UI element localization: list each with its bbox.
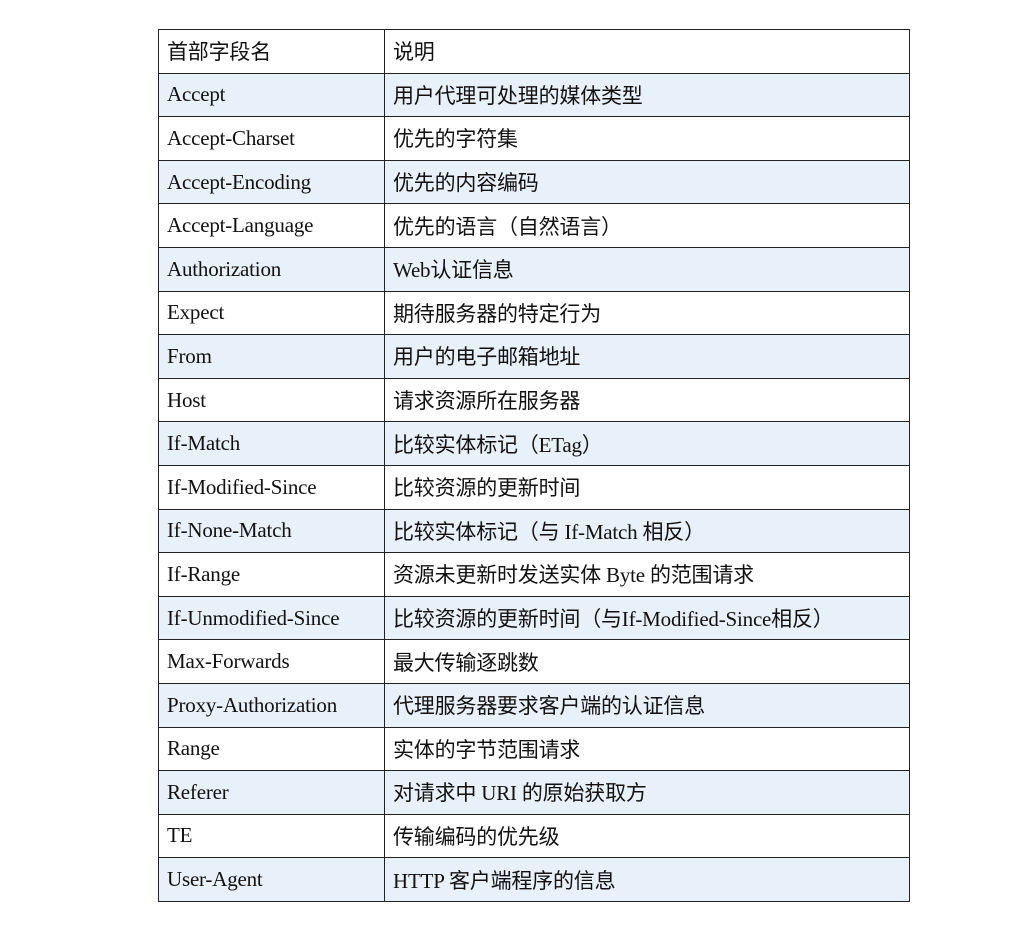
field-name-cell: Accept-Encoding bbox=[158, 159, 385, 205]
description-cell: 传输编码的优先级 bbox=[384, 813, 910, 859]
description-cell: 用户的电子邮箱地址 bbox=[384, 334, 910, 379]
table-row: From 用户的电子邮箱地址 bbox=[158, 334, 910, 379]
description-cell: 对请求中 URI 的原始获取方 bbox=[384, 770, 910, 815]
table-row: If-None-Match 比较实体标记（与 If-Match 相反） bbox=[158, 508, 910, 554]
table-body: 首部字段名 说明 Accept 用户代理可处理的媒体类型 Accept-Charse… bbox=[158, 29, 910, 902]
table-row: User-Agent HTTP 客户端程序的信息 bbox=[158, 857, 910, 902]
table-row: TE 传输编码的优先级 bbox=[158, 813, 910, 859]
field-name-cell: Accept-Language bbox=[158, 203, 385, 248]
table-row: If-Unmodified-Since 比较资源的更新时间（与If-Modifie… bbox=[158, 595, 910, 641]
description-cell: HTTP 客户端程序的信息 bbox=[384, 857, 910, 902]
field-name-cell: If-Modified-Since bbox=[158, 464, 385, 510]
field-name-cell: Proxy-Authorization bbox=[158, 682, 385, 728]
field-name-cell: Referer bbox=[158, 770, 385, 815]
description-cell: 比较资源的更新时间 bbox=[384, 464, 910, 510]
description-cell: 优先的内容编码 bbox=[384, 159, 910, 205]
description-cell: 请求资源所在服务器 bbox=[384, 377, 910, 423]
table-row: Referer 对请求中 URI 的原始获取方 bbox=[158, 770, 910, 815]
field-name-cell: Expect bbox=[158, 290, 385, 336]
table-row: If-Match 比较实体标记（ETag） bbox=[158, 421, 910, 466]
description-cell: 比较实体标记（ETag） bbox=[384, 421, 910, 466]
description-cell: 代理服务器要求客户端的认证信息 bbox=[384, 682, 910, 728]
table-row: Max-Forwards 最大传输逐跳数 bbox=[158, 639, 910, 684]
request-header-fields-table: 首部字段名 说明 Accept 用户代理可处理的媒体类型 Accept-Charse… bbox=[158, 29, 910, 902]
field-name-cell: Authorization bbox=[158, 246, 385, 292]
description-cell: Web认证信息 bbox=[384, 246, 910, 292]
field-name-cell: TE bbox=[158, 813, 385, 859]
description-cell: 优先的语言（自然语言） bbox=[384, 203, 910, 248]
table-row: Authorization Web认证信息 bbox=[158, 246, 910, 292]
table-row: Accept-Encoding 优先的内容编码 bbox=[158, 159, 910, 205]
description-cell: 优先的字符集 bbox=[384, 116, 910, 161]
description-cell: 实体的字节范围请求 bbox=[384, 726, 910, 772]
table-row: If-Range 资源未更新时发送实体 Byte 的范围请求 bbox=[158, 552, 910, 597]
field-name-cell: Accept bbox=[158, 72, 385, 118]
table-row: Accept-Language 优先的语言（自然语言） bbox=[158, 203, 910, 248]
field-name-cell: Accept-Charset bbox=[158, 116, 385, 161]
table-row: If-Modified-Since 比较资源的更新时间 bbox=[158, 464, 910, 510]
field-name-cell: If-Unmodified-Since bbox=[158, 595, 385, 641]
description-cell: 资源未更新时发送实体 Byte 的范围请求 bbox=[384, 552, 910, 597]
field-name-cell: Host bbox=[158, 377, 385, 423]
description-cell: 比较资源的更新时间（与If-Modified-Since相反） bbox=[384, 595, 910, 641]
header-field-name: 首部字段名 bbox=[158, 29, 385, 74]
table-row: Expect 期待服务器的特定行为 bbox=[158, 290, 910, 336]
description-cell: 比较实体标记（与 If-Match 相反） bbox=[384, 508, 910, 554]
description-cell: 最大传输逐跳数 bbox=[384, 639, 910, 684]
table-row: Range 实体的字节范围请求 bbox=[158, 726, 910, 772]
field-name-cell: User-Agent bbox=[158, 857, 385, 902]
table-row: Proxy-Authorization 代理服务器要求客户端的认证信息 bbox=[158, 682, 910, 728]
header-description: 说明 bbox=[384, 29, 910, 74]
description-cell: 期待服务器的特定行为 bbox=[384, 290, 910, 336]
table-row: Accept-Charset 优先的字符集 bbox=[158, 116, 910, 161]
description-cell: 用户代理可处理的媒体类型 bbox=[384, 72, 910, 118]
table-header-row: 首部字段名 说明 bbox=[158, 29, 910, 74]
table-row: Host 请求资源所在服务器 bbox=[158, 377, 910, 423]
field-name-cell: If-None-Match bbox=[158, 508, 385, 554]
field-name-cell: From bbox=[158, 334, 385, 379]
table-row: Accept 用户代理可处理的媒体类型 bbox=[158, 72, 910, 118]
field-name-cell: Max-Forwards bbox=[158, 639, 385, 684]
field-name-cell: If-Range bbox=[158, 552, 385, 597]
field-name-cell: If-Match bbox=[158, 421, 385, 466]
field-name-cell: Range bbox=[158, 726, 385, 772]
